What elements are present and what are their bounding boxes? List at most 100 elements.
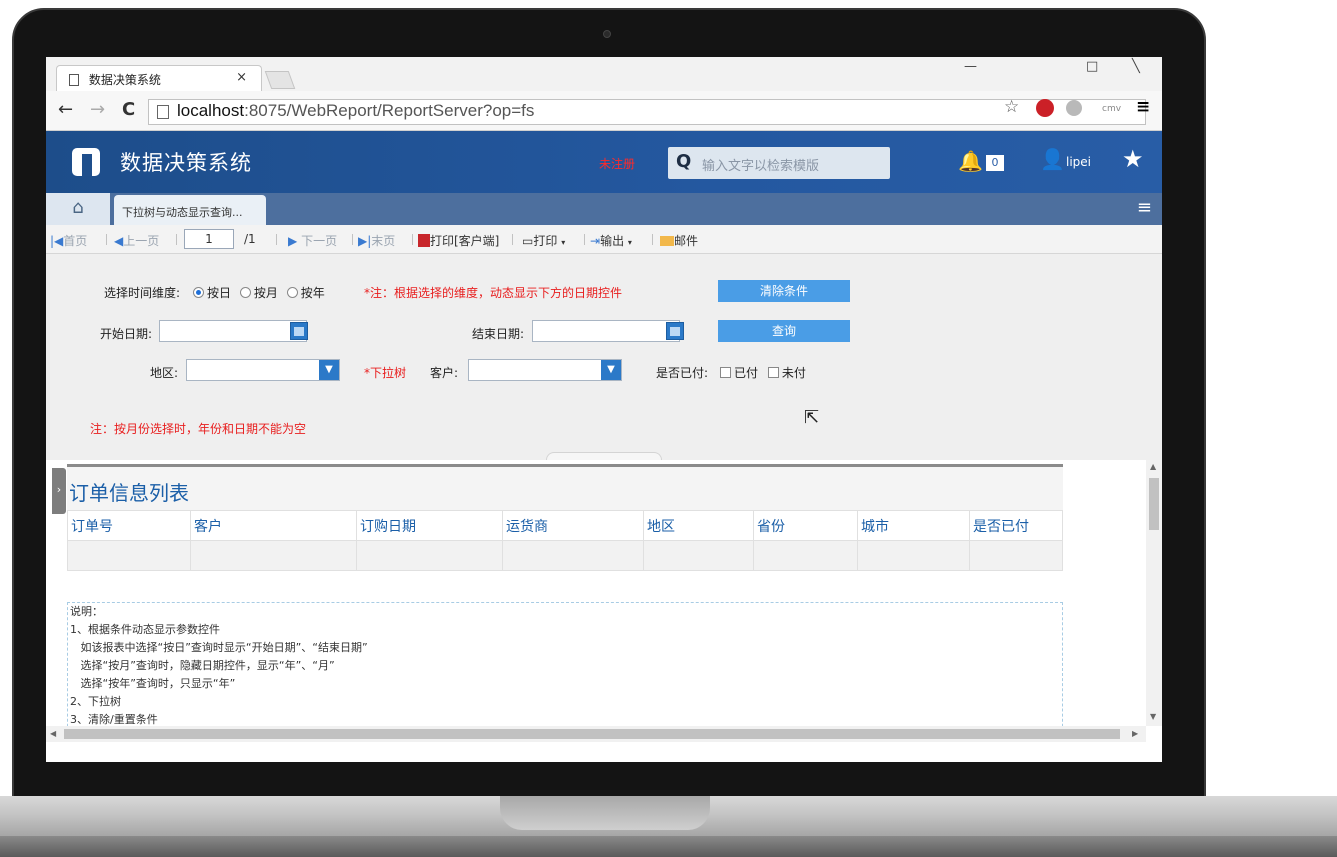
paid-checkbox-label[interactable]: 已付 (734, 366, 758, 380)
url-input[interactable]: localhost:8075/WebReport/ReportServer?op… (148, 99, 1146, 125)
minimize-icon[interactable]: — (964, 59, 977, 74)
toolbar-divider (352, 234, 353, 245)
paid-label: 是否已付: (656, 366, 709, 380)
radio-by-month[interactable] (239, 287, 251, 298)
note-line: 说明： (70, 605, 103, 618)
toolbar-divider (176, 234, 177, 245)
mouse-cursor-icon: ⇱ (804, 407, 820, 428)
next-page-icon: ▶ (288, 234, 298, 248)
unpaid-checkbox[interactable] (767, 367, 779, 378)
last-page-button[interactable]: ▶|末页 (358, 232, 395, 249)
close-tab-icon[interactable]: × (236, 70, 247, 85)
vertical-scrollbar[interactable]: ▲ ▼ (1146, 460, 1162, 726)
prev-page-label: 上一页 (123, 234, 160, 248)
next-page-label: 下一页 (301, 234, 338, 248)
table-cell (643, 540, 754, 571)
print-button[interactable]: ▭打印 ▾ (522, 232, 565, 249)
paid-checkbox-group: 已付 未付 (712, 364, 806, 381)
home-icon[interactable]: ⌂ (46, 193, 110, 225)
scroll-right-icon[interactable]: ▶ (1132, 729, 1138, 738)
page-number-input[interactable]: 1 (184, 229, 234, 249)
scroll-up-icon[interactable]: ▲ (1150, 462, 1156, 471)
mail-button[interactable]: 邮件 (660, 232, 698, 249)
column-header: 是否已付 (969, 510, 1063, 541)
notification-badge[interactable]: 0 (986, 155, 1004, 171)
user-icon[interactable]: 👤 (1040, 147, 1065, 171)
table-cell (67, 540, 191, 571)
first-page-button[interactable]: |◀首页 (50, 232, 87, 249)
vertical-scroll-thumb[interactable] (1149, 478, 1159, 530)
region-tree-select[interactable]: ▼ (186, 359, 340, 381)
region-dropdown-icon[interactable]: ▼ (319, 360, 339, 380)
customer-select[interactable]: ▼ (468, 359, 622, 381)
horizontal-scrollbar[interactable]: ◀ ▶ (46, 726, 1146, 742)
note-line: 如该报表中选择“按日”查询时显示“开始日期”、“结束日期” (70, 641, 368, 654)
tabs-menu-icon[interactable]: ≡ (1137, 197, 1152, 218)
unpaid-checkbox-label[interactable]: 未付 (782, 366, 806, 380)
print-client-button[interactable]: 打印[客户端] (418, 232, 499, 249)
pinterest-icon[interactable] (1036, 99, 1054, 117)
report-body: › 订单信息列表 订单号 客户 订购日期 运货商 地区 省份 城市 是否已付 说… (46, 460, 1162, 762)
extension-icon[interactable] (1066, 100, 1082, 116)
laptop-notch (500, 796, 710, 830)
template-search-input[interactable]: Q 输入文字以检索模版 (668, 147, 890, 179)
clear-conditions-button[interactable]: 清除条件 (718, 280, 850, 302)
tab-report[interactable]: 下拉树与动态显示查询... (114, 195, 266, 225)
user-name[interactable]: lipei (1066, 155, 1091, 169)
tree-note: *下拉树 (364, 366, 407, 380)
radio-by-year-label[interactable]: 按年 (301, 286, 325, 300)
parameter-panel: 选择时间维度: 按日 按月 按年 *注：根据选择的维度，动态显示下方的日期控件 … (46, 254, 1162, 460)
radio-group-dimension: 按日 按月 按年 (188, 284, 325, 301)
table-cell (753, 540, 858, 571)
end-date-input[interactable] (532, 320, 680, 342)
radio-by-day[interactable] (193, 287, 204, 298)
start-date-input[interactable] (159, 320, 307, 342)
horizontal-scroll-thumb[interactable] (64, 729, 1120, 739)
report-notes: 说明： 1、根据条件动态显示参数控件 如该报表中选择“按日”查询时显示“开始日期… (67, 602, 1063, 742)
prev-page-button[interactable]: ◀上一页 (114, 232, 159, 249)
favorites-star-icon[interactable]: ★ (1122, 145, 1144, 173)
printer-icon: ▭ (522, 234, 534, 248)
document-icon (69, 74, 79, 86)
radio-by-year[interactable] (286, 287, 298, 298)
browser-tab[interactable]: 数据决策系统 × (56, 65, 262, 91)
customer-dropdown-icon[interactable]: ▼ (601, 360, 621, 380)
scroll-left-icon[interactable]: ◀ (50, 729, 56, 738)
paid-checkbox[interactable] (720, 367, 731, 378)
new-tab-button[interactable] (264, 71, 296, 89)
export-button[interactable]: ⇥输出 ▾ (590, 232, 632, 249)
radio-by-month-label[interactable]: 按月 (254, 286, 278, 300)
note-line: 2、下拉树 (70, 695, 121, 708)
table-cell (502, 540, 644, 571)
start-date-label: 开始日期: (100, 327, 153, 341)
bookmark-star-icon[interactable]: ☆ (1004, 97, 1019, 117)
browser-menu-icon[interactable]: ≡ (1136, 97, 1150, 117)
cmv-extension-icon[interactable]: cmv (1102, 104, 1121, 114)
next-page-button[interactable]: ▶ 下一页 (288, 232, 337, 249)
toolbar-divider (106, 234, 107, 245)
orders-table: 订单号 客户 订购日期 运货商 地区 省份 城市 是否已付 (67, 510, 1063, 571)
back-icon[interactable]: ← (58, 99, 73, 120)
screen: 数据决策系统 × — □ ╲ ← → C localhost:8075/WebR… (46, 57, 1162, 762)
maximize-icon[interactable]: □ (1086, 59, 1098, 74)
toolbar-divider (276, 234, 277, 245)
first-page-label: 首页 (63, 234, 88, 248)
start-calendar-icon[interactable] (290, 322, 308, 340)
table-header-row: 订单号 客户 订购日期 运货商 地区 省份 城市 是否已付 (67, 510, 1063, 541)
column-header: 省份 (753, 510, 858, 541)
region-label: 地区: (150, 366, 179, 380)
reload-icon[interactable]: C (122, 99, 135, 120)
column-header: 地区 (643, 510, 754, 541)
radio-by-day-label[interactable]: 按日 (207, 286, 231, 300)
app-logo-icon (72, 148, 100, 176)
forward-icon[interactable]: → (90, 99, 105, 120)
pdf-print-icon (418, 234, 430, 247)
scroll-down-icon[interactable]: ▼ (1150, 712, 1156, 721)
query-button[interactable]: 查询 (718, 320, 850, 342)
export-dropdown-icon: ▾ (627, 238, 632, 247)
expand-side-icon[interactable]: › (52, 468, 66, 514)
window-close-icon[interactable]: ╲ (1132, 59, 1140, 74)
report-title-bar: 订单信息列表 (67, 464, 1063, 510)
bell-icon[interactable]: 🔔 (958, 149, 983, 173)
end-calendar-icon[interactable] (666, 322, 684, 340)
